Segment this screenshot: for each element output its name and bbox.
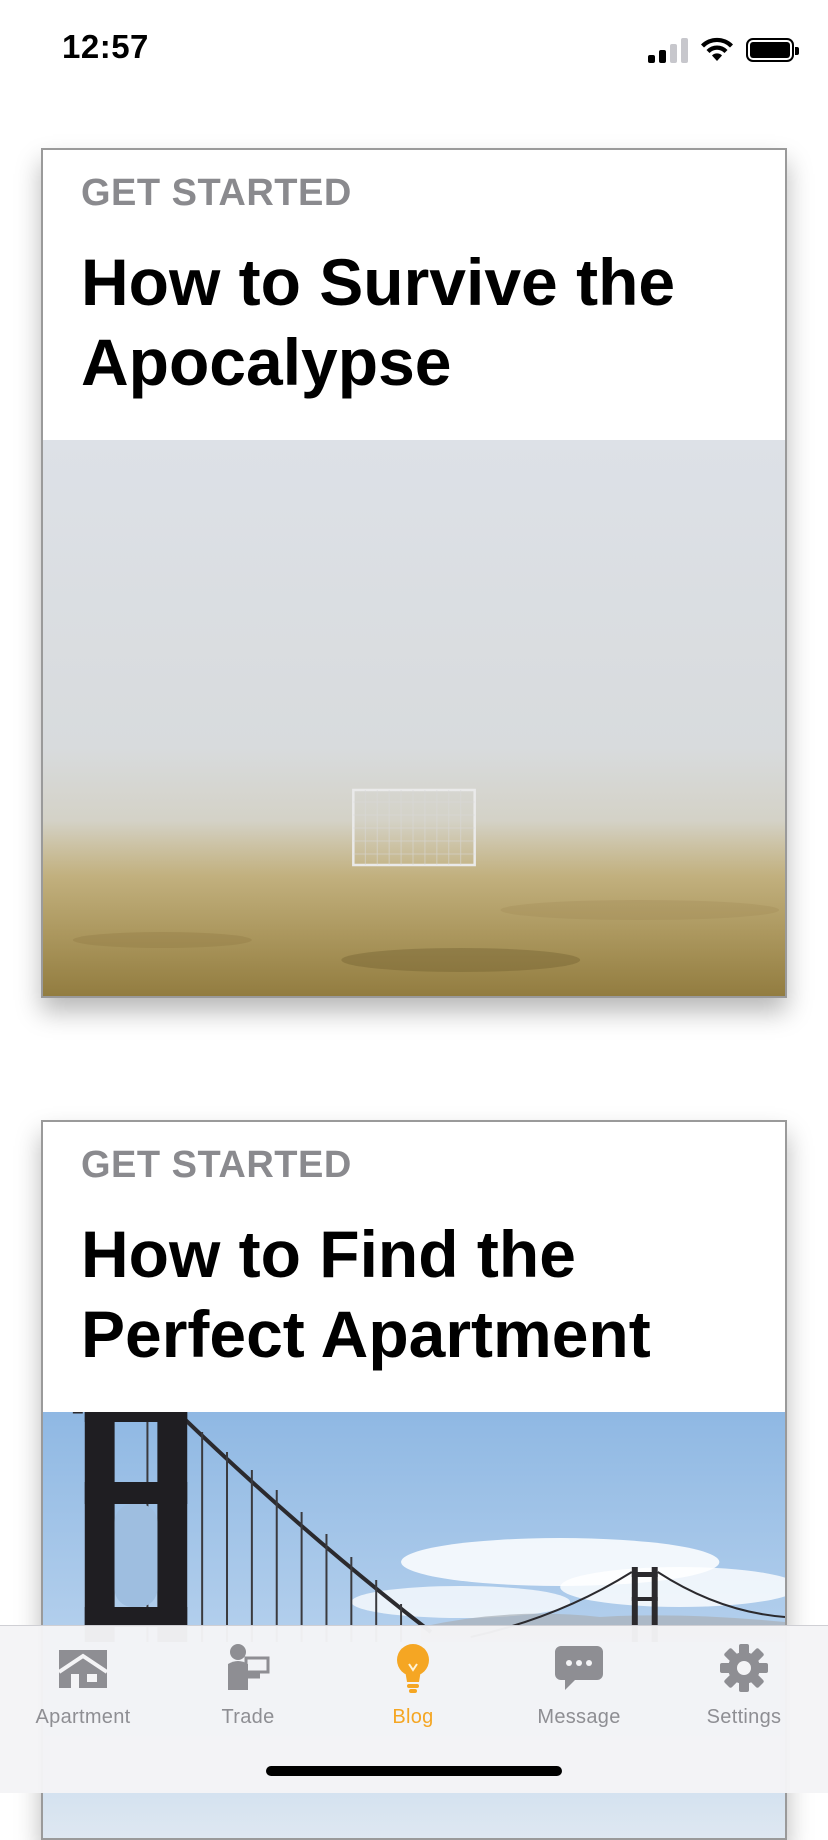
tab-label: Settings bbox=[706, 1706, 782, 1728]
tab-label: Blog bbox=[392, 1706, 434, 1728]
post-cover-image bbox=[43, 440, 785, 996]
tab-blog[interactable]: Blog bbox=[330, 1642, 496, 1742]
trade-icon bbox=[228, 1644, 270, 1690]
battery-icon bbox=[746, 38, 799, 62]
home-indicator[interactable] bbox=[266, 1766, 562, 1776]
post-title: How to Survive the Apocalypse bbox=[81, 245, 676, 399]
tab-message[interactable]: Message bbox=[496, 1642, 662, 1742]
post-category: GET STARTED bbox=[81, 1144, 352, 1186]
tab-label: Trade bbox=[221, 1706, 275, 1728]
gear-icon bbox=[720, 1644, 768, 1692]
chat-bubble-icon bbox=[555, 1646, 603, 1690]
house-icon bbox=[57, 1650, 109, 1688]
status-time: 12:57 bbox=[62, 28, 149, 65]
lightbulb-icon bbox=[397, 1644, 429, 1693]
post-title: How to Find the Perfect Apartment bbox=[81, 1217, 651, 1371]
tab-trade[interactable]: Trade bbox=[165, 1642, 331, 1742]
wifi-icon bbox=[701, 37, 733, 61]
status-icons bbox=[648, 34, 799, 66]
post-category: GET STARTED bbox=[81, 172, 352, 214]
tab-label: Apartment bbox=[35, 1706, 131, 1728]
status-bar: 12:57 bbox=[0, 0, 828, 100]
tab-apartment[interactable]: Apartment bbox=[0, 1642, 166, 1742]
blog-post-card[interactable]: GET STARTED How to Survive the Apocalyps… bbox=[41, 148, 787, 998]
tab-settings[interactable]: Settings bbox=[661, 1642, 827, 1742]
tab-label: Message bbox=[537, 1706, 621, 1728]
cellular-signal-icon bbox=[648, 37, 688, 63]
